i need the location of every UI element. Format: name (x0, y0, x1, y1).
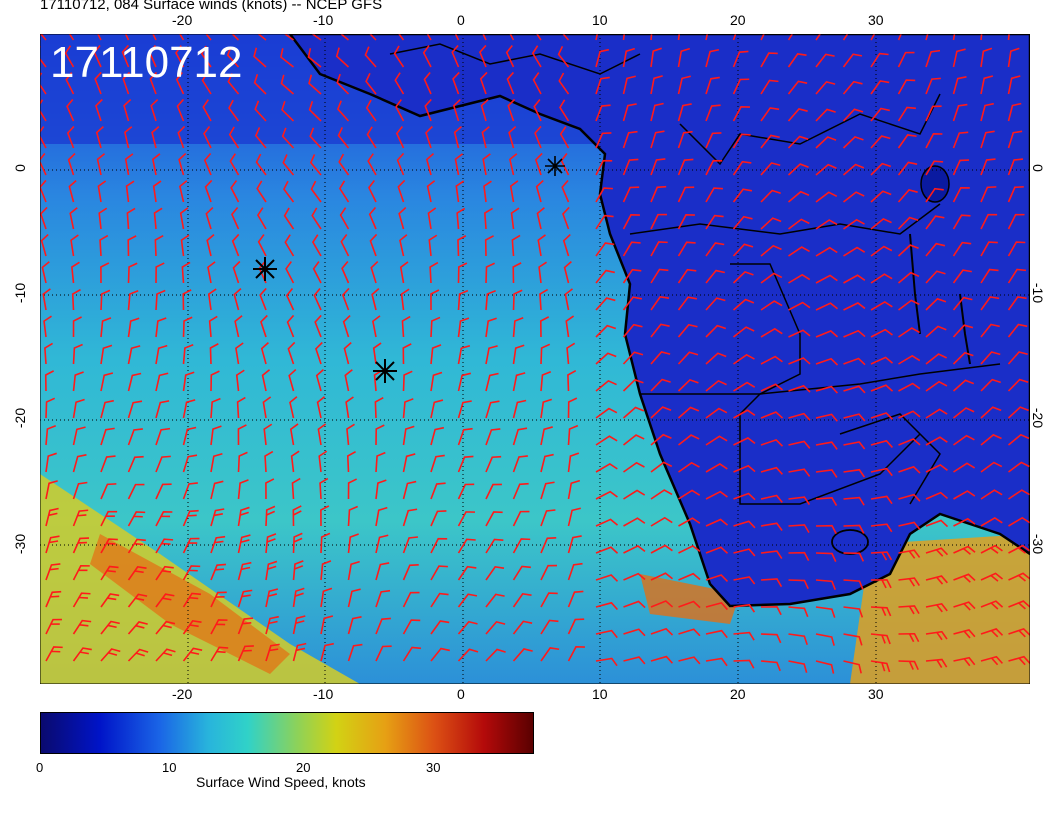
date-stamp: 17110712 (50, 38, 243, 87)
right-lat-tick: -30 (1030, 533, 1047, 555)
top-lon-tick: -20 (172, 12, 193, 28)
left-lat-tick: -10 (12, 282, 29, 304)
colorbar-label: 20 (296, 760, 311, 775)
wind-map-canvas (40, 34, 1030, 684)
colorbar-title: Surface Wind Speed, knots (196, 774, 366, 790)
colorbar-label: 10 (162, 760, 177, 775)
top-lon-tick: 0 (457, 12, 465, 28)
right-lat-tick: 0 (1029, 164, 1046, 172)
top-lon-tick: 20 (730, 12, 746, 28)
bottom-lon-tick: 10 (592, 686, 608, 702)
colorbar (40, 712, 534, 754)
bottom-lon-tick: -20 (172, 686, 193, 702)
bottom-lon-tick: 20 (730, 686, 746, 702)
top-lon-tick: 30 (868, 12, 884, 28)
left-lat-tick: 0 (11, 164, 28, 172)
colorbar-label: 0 (36, 760, 44, 775)
left-lat-tick: -30 (12, 533, 29, 555)
right-lat-tick: -20 (1030, 407, 1047, 429)
storm-marker (373, 359, 397, 383)
bottom-lon-tick: 0 (457, 686, 465, 702)
top-lon-tick: -10 (313, 12, 334, 28)
storm-marker (253, 257, 277, 281)
wind-map (40, 34, 1030, 684)
bottom-lon-tick: 30 (868, 686, 884, 702)
storm-marker (545, 156, 565, 176)
right-lat-tick: -10 (1030, 282, 1047, 304)
left-lat-tick: -20 (12, 407, 29, 429)
bottom-lon-tick: -10 (313, 686, 334, 702)
colorbar-label: 30 (426, 760, 441, 775)
lake-victoria (920, 165, 950, 203)
top-lon-tick: 10 (592, 12, 608, 28)
